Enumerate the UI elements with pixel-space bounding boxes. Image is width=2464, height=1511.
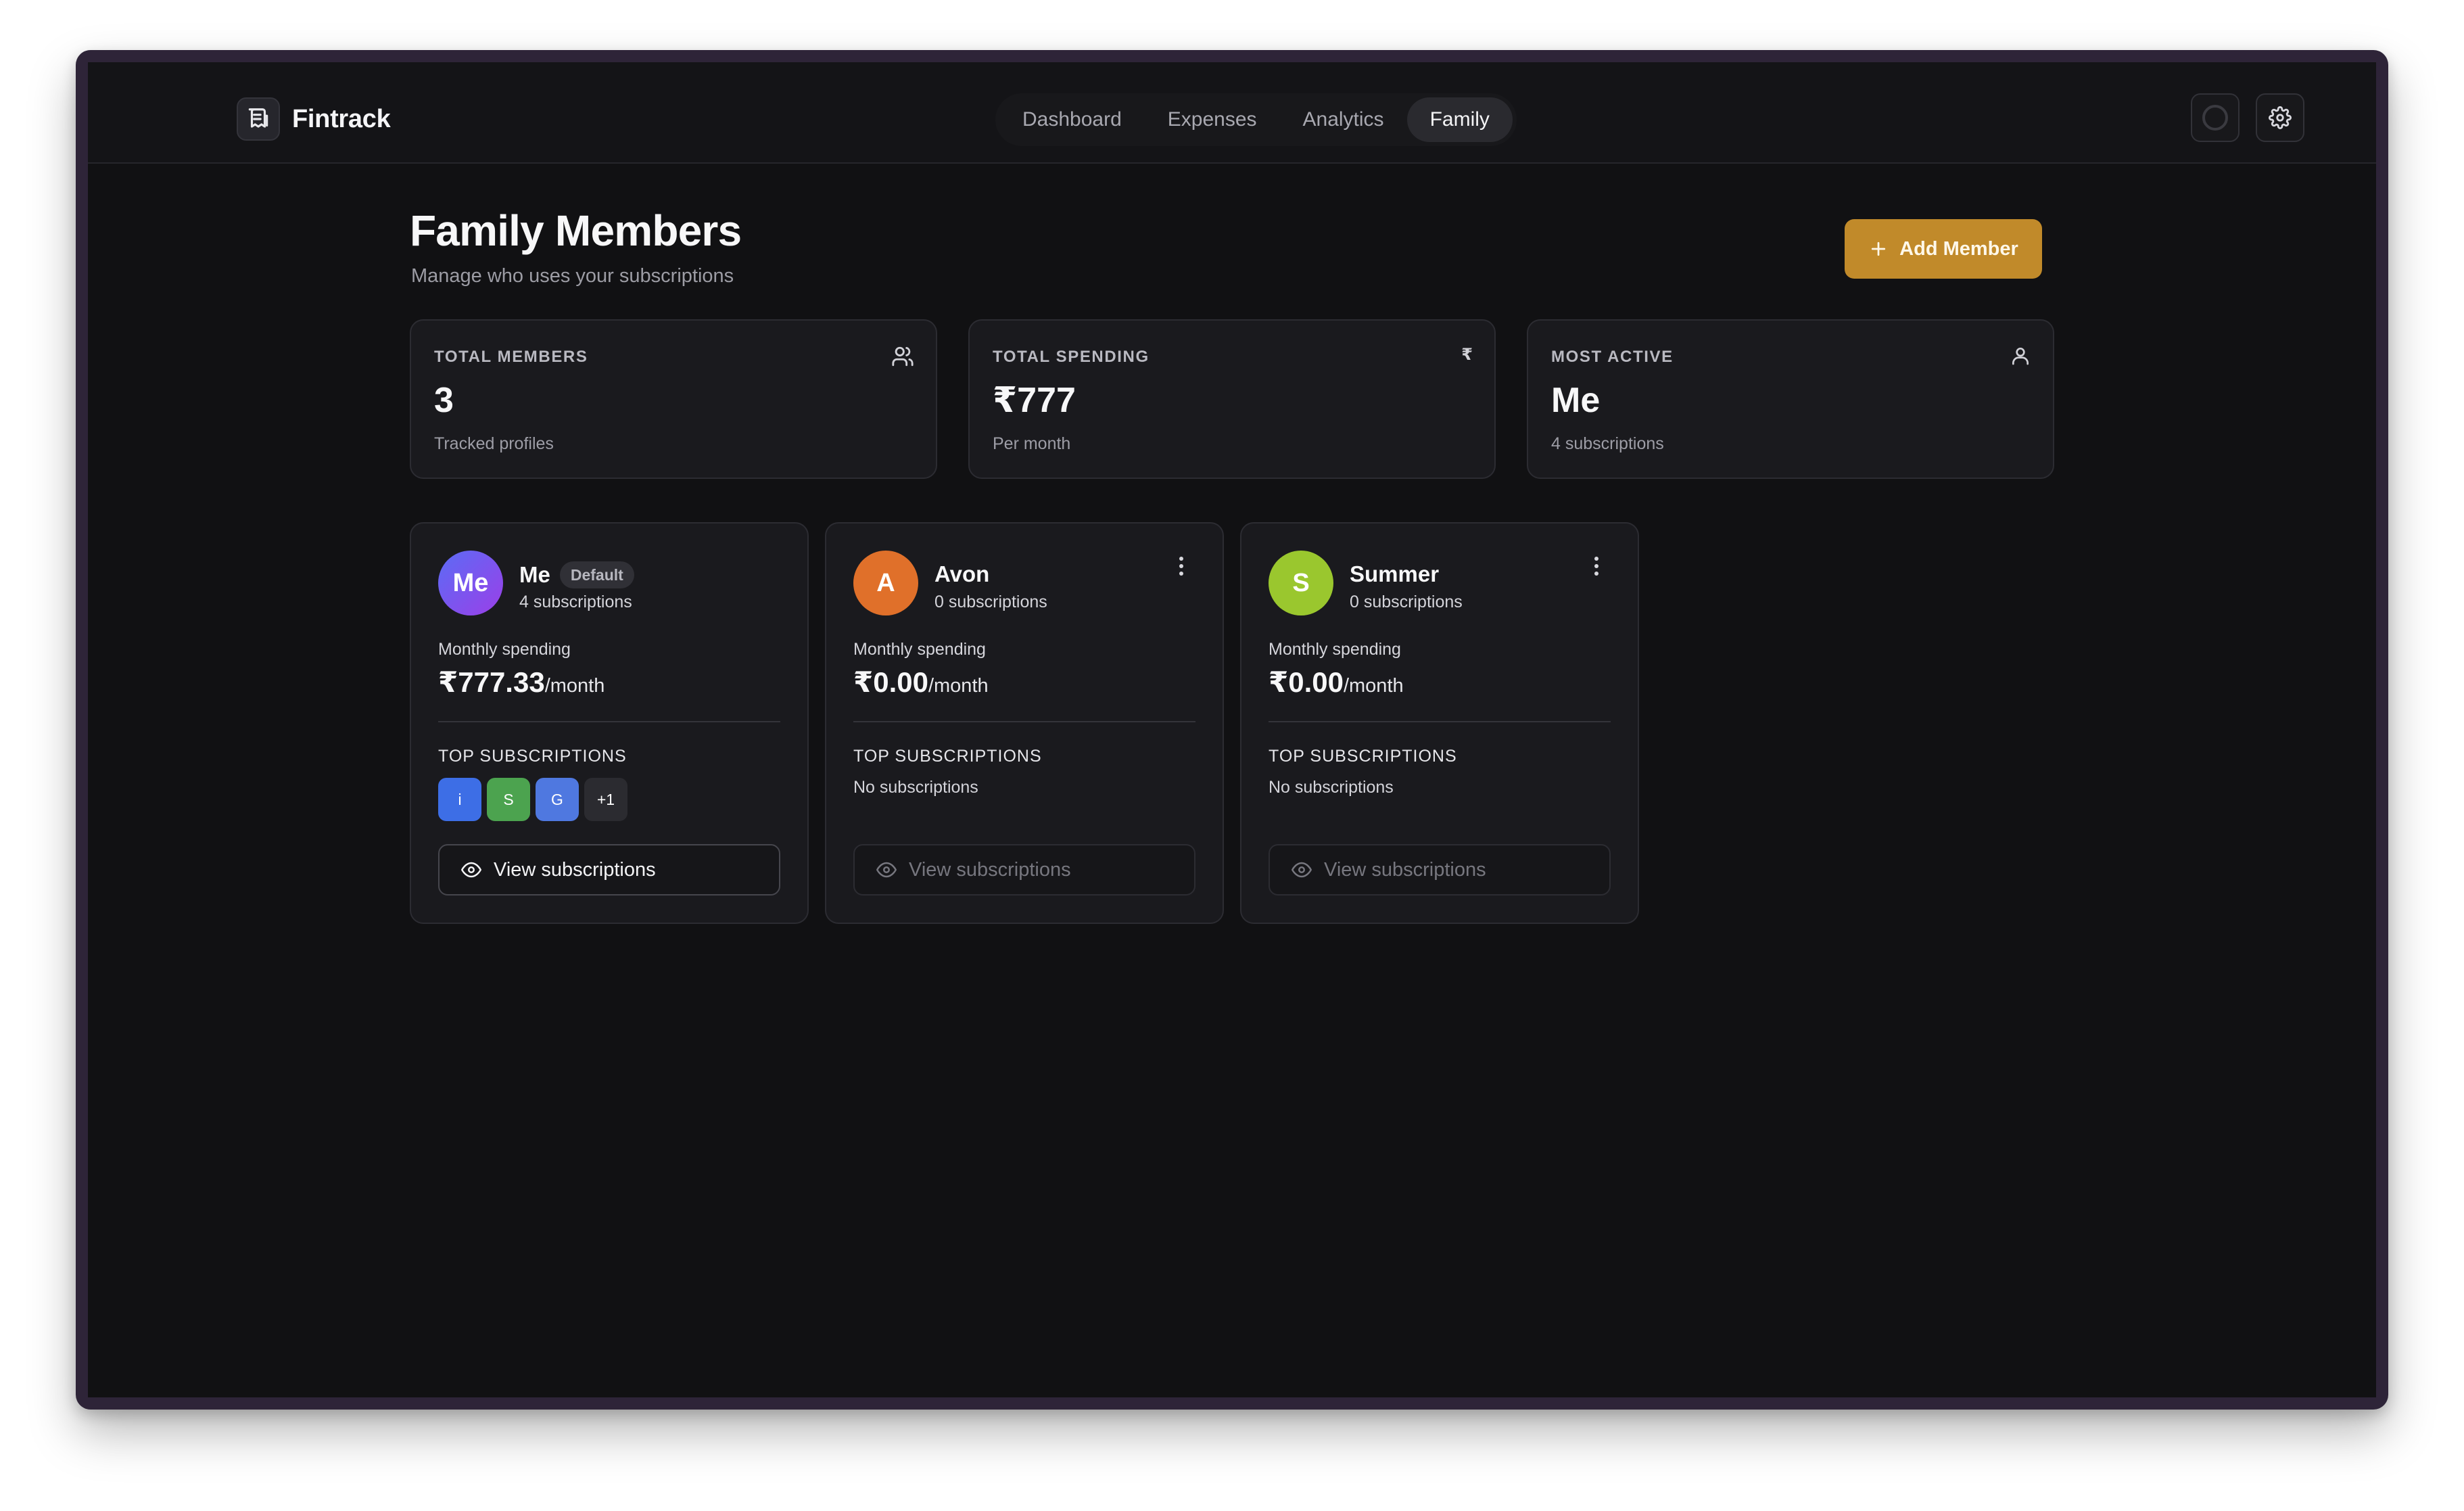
divider — [853, 721, 1195, 722]
app-window-frame: Fintrack Dashboard Expenses Analytics Fa… — [76, 50, 2388, 1410]
tab-analytics[interactable]: Analytics — [1280, 97, 1407, 142]
member-name: Summer — [1350, 561, 1440, 586]
no-subscriptions-text: No subscriptions — [1269, 778, 1394, 797]
default-badge: Default — [559, 561, 634, 588]
member-subscription-count: 0 subscriptions — [934, 592, 1047, 611]
kebab-dots — [1179, 557, 1183, 576]
app-screen: Fintrack Dashboard Expenses Analytics Fa… — [88, 62, 2376, 1397]
rupee-icon: ₹ — [1461, 346, 1473, 364]
view-subscriptions-label: View subscriptions — [1324, 858, 1486, 881]
view-subscriptions-label: View subscriptions — [909, 858, 1071, 881]
eye-icon — [461, 862, 481, 878]
users-icon — [891, 345, 914, 371]
member-card-avon: A Avon 0 subscriptions Monthly spending … — [825, 522, 1224, 924]
member-name: Me Default — [519, 561, 634, 588]
subscription-chip[interactable]: i — [438, 778, 481, 821]
spending-unit: /month — [1343, 675, 1404, 697]
circle-icon — [2202, 105, 2228, 131]
monthly-spending-value: ₹0.00/month — [1269, 666, 1404, 699]
eye-icon — [1292, 862, 1312, 878]
more-options-icon[interactable] — [1593, 556, 1600, 580]
stat-caption: 4 subscriptions — [1551, 434, 1664, 453]
gear-icon — [2269, 106, 2292, 129]
view-subscriptions-label: View subscriptions — [494, 858, 656, 881]
monthly-spending-value: ₹0.00/month — [853, 666, 989, 699]
stat-card-most-active: MOST ACTIVE Me 4 subscriptions — [1527, 319, 2054, 479]
stat-caption: Per month — [993, 434, 1071, 453]
stat-value: ₹777 — [993, 381, 1076, 420]
page-title: Family Members — [410, 206, 742, 255]
brand[interactable]: Fintrack — [237, 97, 391, 141]
top-subscriptions-label: TOP SUBSCRIPTIONS — [853, 747, 1042, 766]
top-subscriptions-label: TOP SUBSCRIPTIONS — [438, 747, 627, 766]
stat-label: MOST ACTIVE — [1551, 348, 1674, 366]
stat-label: TOTAL MEMBERS — [434, 348, 588, 366]
spending-amount: ₹0.00 — [1269, 666, 1344, 698]
subscription-chip[interactable]: G — [536, 778, 579, 821]
brand-name: Fintrack — [292, 104, 391, 133]
page-subtitle: Manage who uses your subscriptions — [411, 265, 734, 287]
theme-toggle-button[interactable] — [2191, 93, 2240, 142]
spending-amount: ₹0.00 — [853, 666, 928, 698]
stat-card-total-members: TOTAL MEMBERS 3 Tracked profiles — [410, 319, 937, 479]
spending-amount: ₹777.33 — [438, 666, 545, 698]
spending-unit: /month — [928, 675, 989, 697]
subscription-chips: i S G +1 — [438, 778, 633, 821]
member-subscription-count: 4 subscriptions — [519, 592, 632, 611]
member-name: Avon — [934, 561, 990, 586]
subscription-chip[interactable]: S — [487, 778, 530, 821]
divider — [1269, 721, 1611, 722]
avatar: S — [1269, 551, 1333, 615]
more-options-icon[interactable] — [1178, 556, 1185, 580]
monthly-spending-label: Monthly spending — [438, 640, 571, 659]
stat-value: 3 — [434, 381, 454, 420]
view-subscriptions-button[interactable]: View subscriptions — [438, 844, 780, 896]
monthly-spending-value: ₹777.33/month — [438, 666, 605, 699]
stat-value: Me — [1551, 381, 1601, 420]
eye-icon — [876, 862, 897, 878]
monthly-spending-label: Monthly spending — [1269, 640, 1401, 659]
avatar: A — [853, 551, 918, 615]
tab-expenses[interactable]: Expenses — [1145, 97, 1280, 142]
settings-button[interactable] — [2256, 93, 2304, 142]
monthly-spending-label: Monthly spending — [853, 640, 986, 659]
stat-label: TOTAL SPENDING — [993, 348, 1150, 366]
add-member-label: Add Member — [1899, 237, 2018, 260]
stat-card-total-spending: TOTAL SPENDING ₹ ₹777 Per month — [968, 319, 1496, 479]
kebab-dots — [1594, 557, 1598, 576]
add-member-button[interactable]: Add Member — [1845, 219, 2042, 279]
member-name-text: Me — [519, 562, 550, 587]
tab-dashboard[interactable]: Dashboard — [999, 97, 1145, 142]
tab-family[interactable]: Family — [1406, 97, 1513, 142]
spending-unit: /month — [544, 675, 605, 697]
view-subscriptions-button[interactable]: View subscriptions — [1269, 844, 1611, 896]
top-navbar: Fintrack Dashboard Expenses Analytics Fa… — [88, 62, 2376, 164]
member-card-summer: S Summer 0 subscriptions Monthly spendin… — [1240, 522, 1639, 924]
user-icon — [2010, 345, 2031, 370]
view-subscriptions-button[interactable]: View subscriptions — [853, 844, 1195, 896]
receipt-icon — [237, 97, 280, 141]
stat-caption: Tracked profiles — [434, 434, 554, 453]
member-card-me: Me Me Default 4 subscriptions Monthly sp… — [410, 522, 809, 924]
nav-tabs: Dashboard Expenses Analytics Family — [995, 93, 1517, 146]
avatar: Me — [438, 551, 503, 615]
member-subscription-count: 0 subscriptions — [1350, 592, 1463, 611]
more-subscriptions-chip[interactable]: +1 — [584, 778, 627, 821]
top-subscriptions-label: TOP SUBSCRIPTIONS — [1269, 747, 1457, 766]
plus-icon — [1872, 241, 1886, 256]
no-subscriptions-text: No subscriptions — [853, 778, 978, 797]
divider — [438, 721, 780, 722]
